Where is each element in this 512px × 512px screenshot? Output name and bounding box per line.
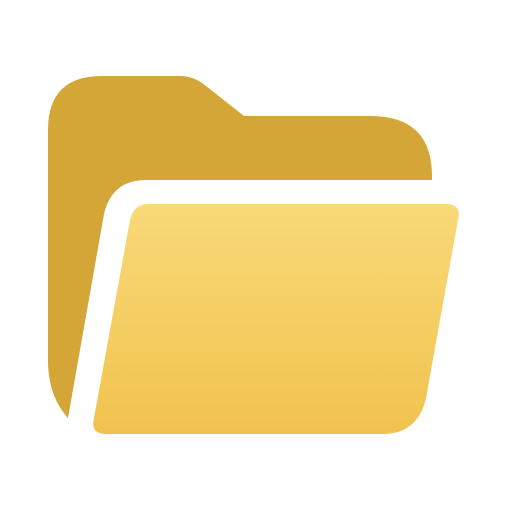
folder-open-icon [0,0,512,512]
folder-front-panel [93,204,459,434]
